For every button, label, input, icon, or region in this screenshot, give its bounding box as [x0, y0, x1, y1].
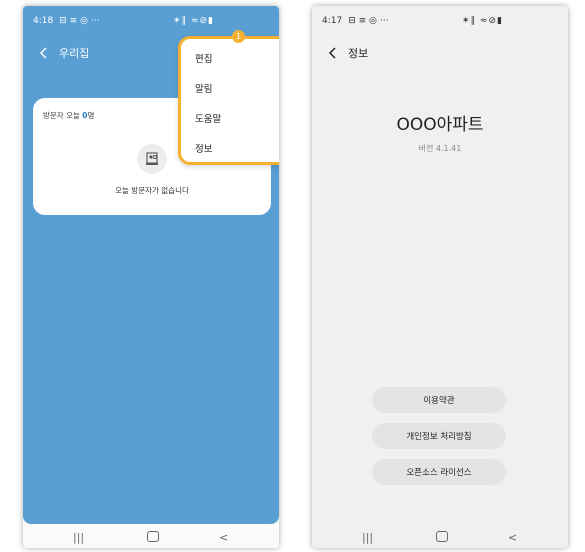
nav-back-icon[interactable]: <	[508, 531, 517, 544]
recent-apps-icon[interactable]: |||	[362, 531, 373, 544]
menu-item-notifications[interactable]: 알림	[195, 81, 212, 95]
back-arrow-icon[interactable]	[37, 46, 51, 60]
overflow-menu: 편집 알림 도움말 정보	[178, 36, 279, 165]
app-name: OOO아파트	[396, 115, 484, 135]
app-version: 버전 4.1.41	[418, 144, 462, 153]
menu-item-edit[interactable]: 편집	[195, 51, 212, 65]
status-indicators: ⊟ ≡ ◎ ⋯	[59, 16, 100, 26]
status-system-icons: ✶∥ ≈⊘▮	[173, 16, 214, 26]
privacy-policy-button[interactable]: 개인정보 처리방침	[372, 423, 506, 449]
status-indicators: ⊟ ≡ ◎ ⋯	[348, 16, 389, 26]
visitor-prefix: 방문자 오늘	[43, 111, 83, 120]
status-bar: 4:17 ⊟ ≡ ◎ ⋯ ✶∥ ≈⊘▮	[312, 6, 568, 36]
menu-item-info[interactable]: 정보	[195, 141, 212, 155]
visitor-icon-circle	[137, 144, 167, 174]
step-badge: 1	[232, 30, 245, 43]
home-icon[interactable]	[147, 531, 159, 542]
status-system-icons: ✶∥ ≈⊘▮	[462, 16, 503, 26]
back-arrow-icon[interactable]	[326, 46, 340, 60]
empty-visitors-text: 오늘 방문자가 없습니다	[115, 186, 189, 195]
page-title: 우리집	[59, 47, 90, 60]
menu-item-help[interactable]: 도움말	[195, 111, 221, 125]
terms-button[interactable]: 이용약관	[372, 387, 506, 413]
page-title: 정보	[348, 47, 369, 60]
status-time: 4:17	[322, 16, 343, 26]
status-time: 4:18	[33, 16, 54, 26]
system-nav-bar: ||| <	[23, 524, 279, 548]
nav-back-icon[interactable]: <	[219, 531, 228, 544]
phone-left-screen: 4:18 ⊟ ≡ ◎ ⋯ ✶∥ ≈⊘▮ 우리집 방문자 오늘 0명 오늘 방문자…	[23, 6, 279, 548]
visitor-suffix: 명	[87, 111, 95, 120]
open-source-license-button[interactable]: 오픈소스 라이선스	[372, 459, 506, 485]
recent-apps-icon[interactable]: |||	[73, 531, 84, 544]
app-bar: 정보	[312, 38, 568, 68]
system-nav-bar: ||| <	[312, 524, 568, 548]
home-icon[interactable]	[436, 531, 448, 542]
phone-right-screen: 4:17 ⊟ ≡ ◎ ⋯ ✶∥ ≈⊘▮ 정보 OOO아파트 버전 4.1.41 …	[312, 6, 568, 548]
visitor-card-icon	[146, 152, 158, 165]
visitor-summary: 방문자 오늘 0명	[43, 110, 94, 121]
